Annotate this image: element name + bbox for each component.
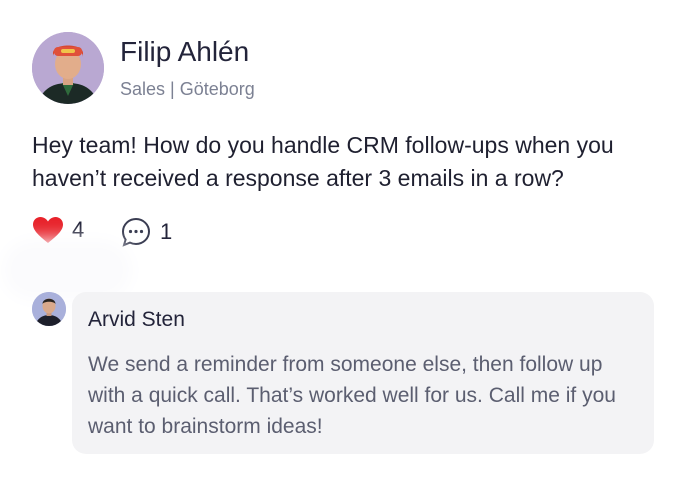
author-name[interactable]: Filip Ahlén xyxy=(120,36,249,68)
decorative-shadow xyxy=(12,250,122,290)
like-count: 4 xyxy=(72,217,85,242)
reply-author-avatar[interactable] xyxy=(32,292,66,326)
reply-text: We send a reminder from someone else, th… xyxy=(88,353,616,438)
post-text: Hey team! How do you handle CRM follow-u… xyxy=(32,132,614,191)
comment-bubble-icon xyxy=(121,217,151,247)
author-role-location: Sales | Göteborg xyxy=(120,79,255,99)
reply-bubble: Arvid Sten We send a reminder from someo… xyxy=(72,292,654,454)
heart-icon xyxy=(33,217,63,243)
author-photo xyxy=(32,32,104,104)
like-button[interactable]: 4 xyxy=(32,216,84,244)
comment-button[interactable]: 1 xyxy=(120,216,172,248)
reply-author-photo xyxy=(32,292,66,326)
reply-author-name[interactable]: Arvid Sten xyxy=(88,308,185,332)
comment-count: 1 xyxy=(160,219,173,244)
author-avatar[interactable] xyxy=(32,32,104,104)
